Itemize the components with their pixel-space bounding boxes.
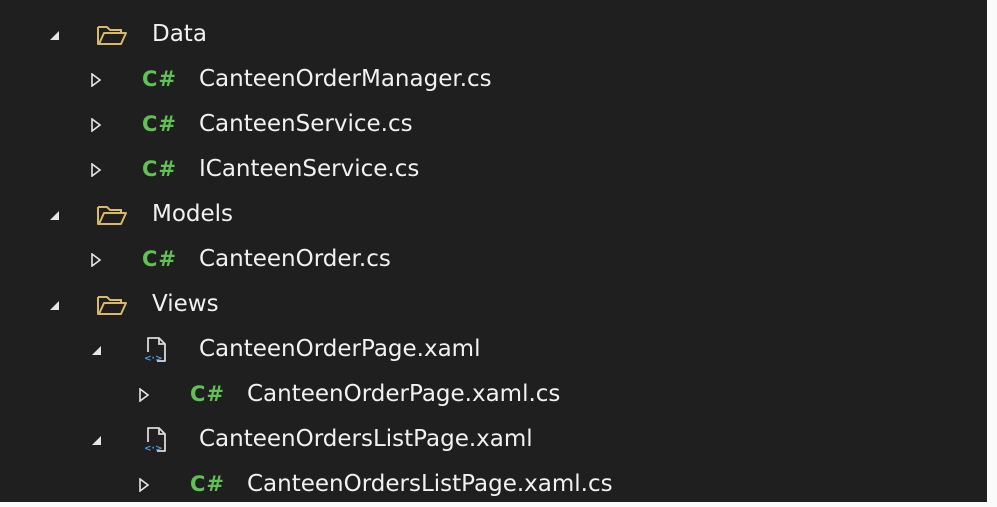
tree-file-item[interactable]: <·> CanteenOrderPage.xaml [0,327,987,372]
csharp-file-icon: C# [142,157,178,181]
csharp-file-icon: C# [142,247,178,271]
tree-file-label: CanteenOrderPage.xaml.cs [247,381,561,407]
tree-file-label: CanteenOrderPage.xaml [199,336,481,362]
xaml-file-icon: <·> [142,417,168,462]
expanded-arrow-icon[interactable] [44,192,64,237]
tree-file-item[interactable]: C# CanteenService.cs [0,102,987,147]
tree-file-item[interactable]: <·> CanteenOrdersListPage.xaml [0,417,987,462]
folder-open-icon [96,12,128,57]
tree-file-item[interactable]: C# CanteenOrderPage.xaml.cs [0,372,987,417]
file-tree: Data C# CanteenOrderManager.cs C# Cantee… [0,12,987,507]
csharp-file-icon: C# [190,382,226,406]
tree-file-item[interactable]: C# CanteenOrdersListPage.xaml.cs [0,462,987,507]
svg-text:<·>: <·> [144,444,163,454]
collapsed-arrow-icon[interactable] [134,372,154,417]
tree-folder-views[interactable]: Views [0,282,987,327]
svg-text:<·>: <·> [144,354,163,364]
collapsed-arrow-icon[interactable] [86,102,106,147]
tree-folder-data[interactable]: Data [0,12,987,57]
expanded-arrow-icon[interactable] [44,12,64,57]
expanded-arrow-icon[interactable] [86,417,106,462]
tree-folder-label: Models [152,201,234,227]
expanded-arrow-icon[interactable] [44,282,64,327]
collapsed-arrow-icon[interactable] [86,237,106,282]
tree-folder-label: Data [152,21,207,47]
collapsed-arrow-icon[interactable] [86,147,106,192]
collapsed-arrow-icon[interactable] [134,462,154,507]
tree-file-label: ICanteenService.cs [199,156,420,182]
folder-open-icon [96,282,128,327]
expanded-arrow-icon[interactable] [86,327,106,372]
solution-explorer-panel: Data C# CanteenOrderManager.cs C# Cantee… [0,0,987,502]
csharp-file-icon: C# [190,472,226,496]
tree-file-label: CanteenOrdersListPage.xaml [199,426,533,452]
tree-file-item[interactable]: C# CanteenOrder.cs [0,237,987,282]
collapsed-arrow-icon[interactable] [86,57,106,102]
tree-file-label: CanteenOrdersListPage.xaml.cs [247,471,613,497]
tree-file-label: CanteenService.cs [199,111,413,137]
tree-file-item[interactable]: C# ICanteenService.cs [0,147,987,192]
tree-file-item[interactable]: C# CanteenOrderManager.cs [0,57,987,102]
tree-file-label: CanteenOrderManager.cs [199,66,492,92]
tree-file-label: CanteenOrder.cs [199,246,391,272]
csharp-file-icon: C# [142,112,178,136]
tree-folder-models[interactable]: Models [0,192,987,237]
folder-open-icon [96,192,128,237]
csharp-file-icon: C# [142,67,178,91]
xaml-file-icon: <·> [142,327,168,372]
tree-folder-label: Views [152,291,219,317]
